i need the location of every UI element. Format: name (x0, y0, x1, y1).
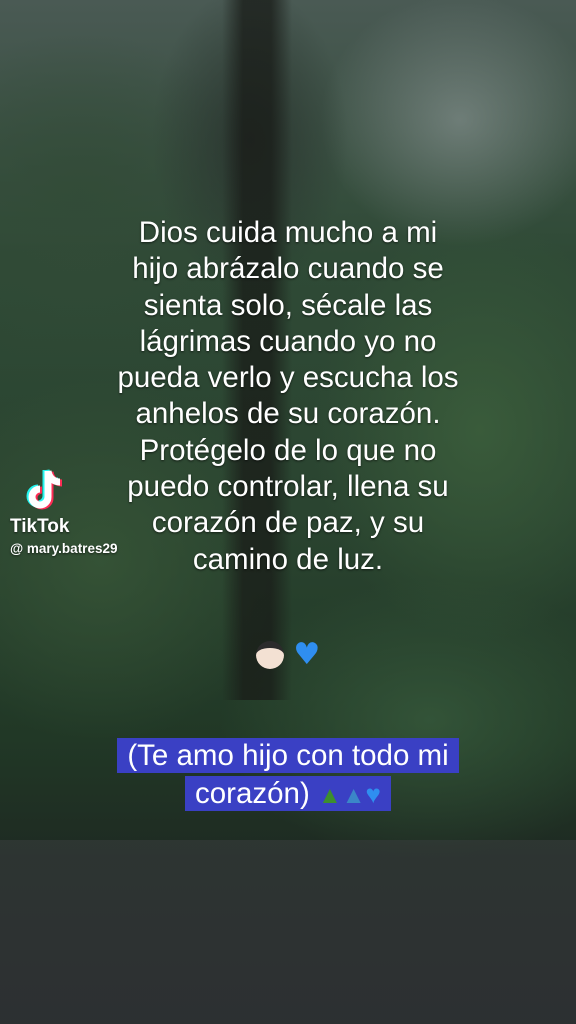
tiktok-username: @ mary.batres29 (10, 541, 118, 556)
sauropod-icon: ▲ (341, 782, 366, 809)
message-line: Protégelo de lo que no (139, 433, 437, 467)
tiktok-wordmark: TikTok (10, 516, 70, 537)
main-message: Dios cuida mucho a mi hijo abrázalo cuan… (78, 215, 498, 578)
message-line: camino de luz. (192, 542, 384, 576)
message-line: hijo abrázalo cuando se (132, 252, 444, 286)
message-line: puedo controlar, llena su (127, 470, 449, 504)
caption-box: (Te amo hijo con todo mi corazón) ▲▲♥ (108, 737, 468, 815)
message-line: sienta solo, sécale las (143, 288, 433, 322)
boy-emoji-icon (255, 640, 284, 669)
emoji-row: ♥ (0, 636, 576, 673)
message-line: lágrimas cuando yo no (139, 324, 437, 358)
caption-text: (Te amo hijo con todo mi corazón) ▲▲♥ (117, 738, 459, 811)
blue-heart-icon: ♥ (365, 779, 381, 809)
message-line: anhelos de su corazón. (135, 397, 441, 431)
caption-line-1: (Te amo hijo con todo mi (127, 739, 449, 772)
message-line: pueda verlo y escucha los (117, 361, 459, 395)
message-line: Dios cuida mucho a mi (138, 216, 438, 249)
message-line: corazón de paz, y su (151, 506, 425, 540)
caption-line-2: corazón) (195, 777, 310, 810)
blue-heart-icon: ♥ (293, 636, 321, 672)
tiktok-logo-icon (26, 469, 63, 510)
t-rex-icon: ▲ (318, 782, 342, 809)
forest-path (0, 840, 576, 1024)
